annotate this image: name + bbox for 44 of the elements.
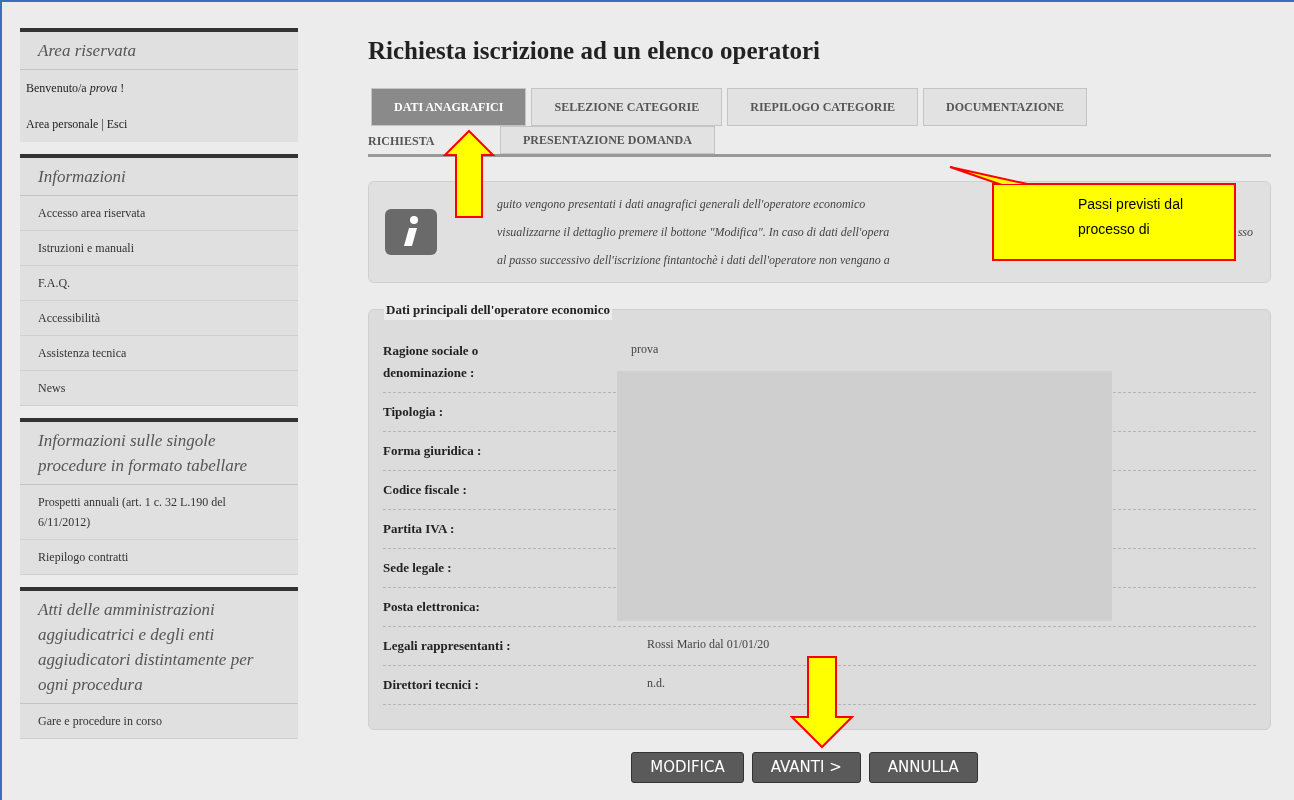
tab[interactable]: PRESENTAZIONE DOMANDA: [500, 126, 715, 154]
panel-title: Informazioni sulle singole procedure in formato tabellare: [20, 422, 298, 485]
action-button[interactable]: MODIFICA: [631, 752, 744, 783]
panel-title: Informazioni: [20, 158, 298, 196]
sidebar-link[interactable]: Gare e procedure in corso: [20, 704, 298, 739]
field-label: Direttori tecnici :: [383, 676, 480, 694]
tab[interactable]: DOCUMENTAZIONE: [923, 88, 1087, 126]
panel-title: Atti delle amministrazioni aggiudicatrici e degli enti aggiudicatori distintamente per ogni procedura: [20, 591, 298, 704]
arrow-down-icon: [790, 656, 854, 749]
welcome-text[interactable]: Area personale | Esci: [20, 106, 298, 142]
tab[interactable]: RIEPILOGO CATEGORIE: [727, 88, 919, 126]
sidebar-link[interactable]: Accesso area riservata: [20, 196, 298, 231]
field-value: Rossi Mario dal 01/01/20: [647, 636, 770, 653]
field-label: Partita IVA :: [383, 520, 456, 538]
action-button[interactable]: AVANTI >: [751, 752, 861, 783]
panel-title: Area riservata: [20, 32, 298, 70]
sidebar-link[interactable]: Riepilogo contratti: [20, 540, 298, 575]
field-label: Posta elettronica:: [383, 598, 481, 616]
field-value: n.d.: [647, 675, 665, 692]
sidebar-link[interactable]: F.A.Q.: [20, 266, 298, 301]
info-text: al passo successivo dell'iscrizione fintantochè i dati dell'operatore non vengano a: [497, 252, 890, 269]
info-text: guito vengono presentati i dati anagrafici generali dell'operatore economico: [497, 196, 866, 213]
sidebar-link[interactable]: Istruzioni e manuali: [20, 231, 298, 266]
sidebar-link[interactable]: Assistenza tecnica: [20, 336, 298, 371]
field-label: Forma giuridica :: [383, 442, 483, 460]
field-label: Ragione sociale o denominazione :: [383, 342, 480, 382]
sidebar-link[interactable]: Prospetti annuali (art. 1 c. 32 L.190 del 6/11/2012): [20, 485, 298, 540]
info-icon: [385, 209, 437, 255]
callout-text: Passi previsti dal processo di: [1078, 195, 1185, 239]
sidebar-link[interactable]: Accessibilità: [20, 301, 298, 336]
tab[interactable]: SELEZIONE CATEGORIE: [531, 88, 723, 126]
sidebar-link[interactable]: News: [20, 371, 298, 406]
field-label: Sede legale :: [383, 559, 453, 577]
action-button[interactable]: ANNULLA: [868, 752, 978, 783]
field-label: Tipologia :: [383, 403, 445, 421]
info-text: sso: [1237, 224, 1253, 241]
field-label: Legali rappresentanti :: [383, 637, 512, 655]
field-label: Codice fiscale :: [383, 481, 468, 499]
field-value: prova: [631, 341, 659, 358]
info-text: visualizzarne il dettaglio premere il bottone "Modifica". In caso di dati dell'opera: [497, 224, 890, 241]
arrow-up-icon: [442, 129, 496, 218]
page-title: Richiesta iscrizione ad un elenco operatori: [368, 36, 820, 66]
tab-label[interactable]: RICHIESTA: [368, 126, 500, 154]
welcome-text: Benvenuto/a prova !: [25, 80, 126, 97]
